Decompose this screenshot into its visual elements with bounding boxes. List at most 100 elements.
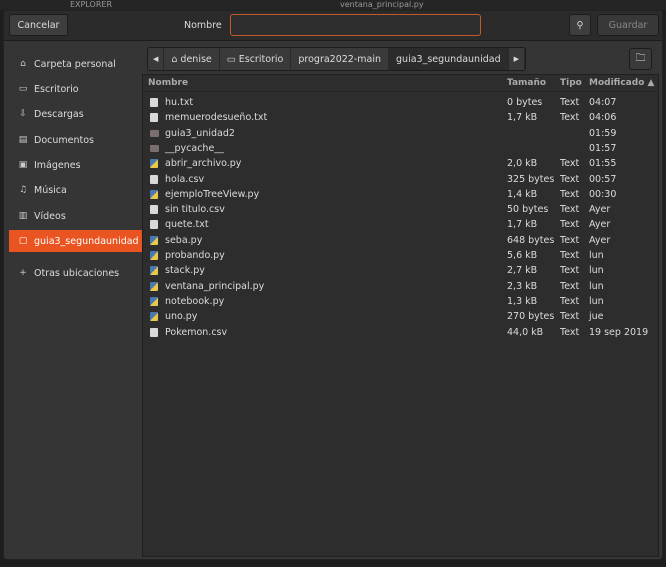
file-size: 648 bytes [507, 234, 555, 246]
sidebar-item-label: Escritorio [34, 83, 79, 95]
name-label: Nombre [184, 20, 222, 31]
path-scroll-left[interactable]: ◀ [148, 48, 165, 70]
new-folder-icon: 🗀 [635, 52, 646, 64]
file-type: Text [560, 219, 580, 231]
file-row[interactable]: notebook.py 1,3 kB Text lun [143, 294, 658, 309]
file-size: 44,0 kB [507, 326, 544, 338]
file-row[interactable]: hola.csv 325 bytes Text 00:57 [143, 172, 658, 187]
column-modified[interactable]: Modificado ▲ [589, 78, 654, 88]
file-name: Pokemon.csv [165, 326, 228, 338]
file-size: 1,7 kB [507, 219, 538, 231]
header-bar: Cancelar Nombre ⚲ Guardar [4, 11, 662, 41]
python-file-icon [150, 281, 158, 291]
file-modified: 04:07 [589, 97, 617, 108]
file-modified: 04:06 [589, 112, 617, 124]
file-name: probando.py [165, 250, 225, 261]
file-row[interactable]: hu.txt 0 bytes Text 04:07 [143, 95, 658, 110]
file-row[interactable]: sin titulo.csv 50 bytes Text Ayer [143, 202, 658, 217]
sidebar-item-label: Otras ubicaciones [34, 267, 120, 279]
file-modified: 01:59 [589, 127, 617, 139]
file-modified: 00:57 [589, 173, 617, 185]
file-name: ejemploTreeView.py [165, 188, 260, 200]
file-row[interactable]: Pokemon.csv 44,0 kB Text 19 sep 2019 [143, 325, 658, 340]
file-size: 2,7 kB [507, 265, 538, 277]
file-size: 1,4 kB [507, 188, 538, 200]
file-name: memuerodesueño.txt [165, 112, 268, 124]
column-size[interactable]: Tamaño [507, 78, 546, 88]
python-file-icon [150, 159, 158, 169]
path-scroll-right[interactable]: ▶ [508, 48, 525, 70]
sidebar-item-escritorio[interactable]: ▭ Escritorio [9, 78, 142, 100]
file-row[interactable]: probando.py 5,6 kB Text lun [143, 248, 658, 263]
document-icon: ▤ [18, 135, 28, 145]
sidebar-item-m-sica[interactable]: ♫ Música [9, 179, 142, 201]
sidebar-item-descargas[interactable]: ⇩ Descargas [9, 103, 142, 125]
file-row[interactable]: stack.py 2,7 kB Text lun [143, 263, 658, 278]
file-size: 2,3 kB [507, 280, 538, 292]
column-type[interactable]: Tipo [560, 78, 582, 88]
cancel-button[interactable]: Cancelar [9, 14, 68, 36]
plus-icon: + [19, 268, 27, 278]
sidebar-item-im-genes[interactable]: ▣ Imágenes [9, 154, 142, 176]
text-file-icon [150, 98, 158, 107]
file-row[interactable]: guia3_unidad2 01:59 [143, 126, 658, 141]
python-file-icon [150, 312, 158, 322]
download-icon: ⇩ [19, 109, 27, 119]
sidebar-item-guia3-segundaunidad[interactable]: ▢ guia3_segundaunidad [9, 230, 142, 252]
sort-ascending-icon: ▲ [647, 78, 655, 88]
file-row[interactable]: memuerodesueño.txt 1,7 kB Text 04:06 [143, 110, 658, 125]
file-row[interactable]: ejemploTreeView.py 1,4 kB Text 00:30 [143, 187, 658, 202]
search-button[interactable]: ⚲ [569, 14, 591, 36]
sidebar-item-label: guia3_segundaunidad [34, 235, 139, 247]
home-icon: ⌂ [20, 59, 26, 69]
file-row[interactable]: abrir_archivo.py 2,0 kB Text 01:55 [143, 156, 658, 171]
places-sidebar: ⌂ Carpeta personal ▭ Escritorio ⇩ Descargas ▤ D… [4, 42, 142, 557]
background-editor-strip: EXPLORER ventana_principal.py [0, 0, 666, 10]
filename-input[interactable] [230, 14, 481, 36]
file-name: quete.txt [165, 219, 209, 231]
sidebar-item-label: Carpeta personal [34, 58, 116, 70]
file-size: 50 bytes [507, 204, 549, 216]
path-segment-progra[interactable]: progra2022-main [291, 48, 390, 70]
file-size: 5,6 kB [507, 250, 538, 261]
python-file-icon [150, 235, 158, 245]
music-icon: ♫ [18, 185, 28, 195]
file-row[interactable]: quete.txt 1,7 kB Text Ayer [143, 217, 658, 232]
path-segment-desktop[interactable]: ▭ Escritorio [219, 48, 292, 70]
file-size: 325 bytes [507, 173, 555, 185]
new-folder-button[interactable]: 🗀 [629, 48, 652, 70]
sidebar-item-label: Imágenes [34, 159, 81, 171]
file-type: Text [560, 188, 580, 200]
file-modified: 00:30 [589, 188, 617, 200]
chevron-left-icon: ◀ [153, 55, 159, 63]
file-list[interactable]: Nombre Tamaño Tipo Modificado ▲ hu.txt 0… [142, 74, 659, 557]
file-name: ventana_principal.py [165, 280, 265, 292]
sidebar-item-documentos[interactable]: ▤ Documentos [9, 129, 142, 151]
file-type: Text [560, 280, 580, 292]
editor-tab[interactable]: ventana_principal.py [340, 0, 424, 10]
file-name: notebook.py [165, 295, 225, 307]
text-file-icon [150, 113, 158, 123]
file-row[interactable]: seba.py 648 bytes Text Ayer [143, 233, 658, 248]
file-name: seba.py [165, 234, 203, 246]
file-type: Text [560, 158, 580, 170]
file-row[interactable]: ventana_principal.py 2,3 kB Text lun [143, 279, 658, 294]
file-name: __pycache__ [165, 142, 224, 154]
text-file-icon [150, 327, 158, 337]
file-type: Text [560, 295, 580, 307]
sidebar-item-carpeta-personal[interactable]: ⌂ Carpeta personal [9, 53, 142, 75]
file-name: stack.py [165, 265, 205, 277]
column-name[interactable]: Nombre [148, 78, 188, 88]
path-segment-current[interactable]: guia3_segundaunidad [389, 48, 509, 70]
path-segment-home[interactable]: ⌂ denise [164, 48, 220, 70]
search-icon: ⚲ [576, 19, 584, 31]
file-modified: Ayer [589, 219, 611, 231]
save-button[interactable]: Guardar [597, 14, 659, 36]
file-name: sin titulo.csv [165, 204, 225, 216]
file-size: 270 bytes [507, 311, 555, 323]
sidebar-item-v-deos[interactable]: ▥ Vídeos [9, 205, 142, 227]
sidebar-item-otras-ubicaciones[interactable]: + Otras ubicaciones [9, 262, 142, 284]
file-row[interactable]: uno.py 270 bytes Text jue [143, 309, 658, 324]
file-type: Text [560, 250, 580, 261]
file-row[interactable]: __pycache__ 01:57 [143, 141, 658, 156]
